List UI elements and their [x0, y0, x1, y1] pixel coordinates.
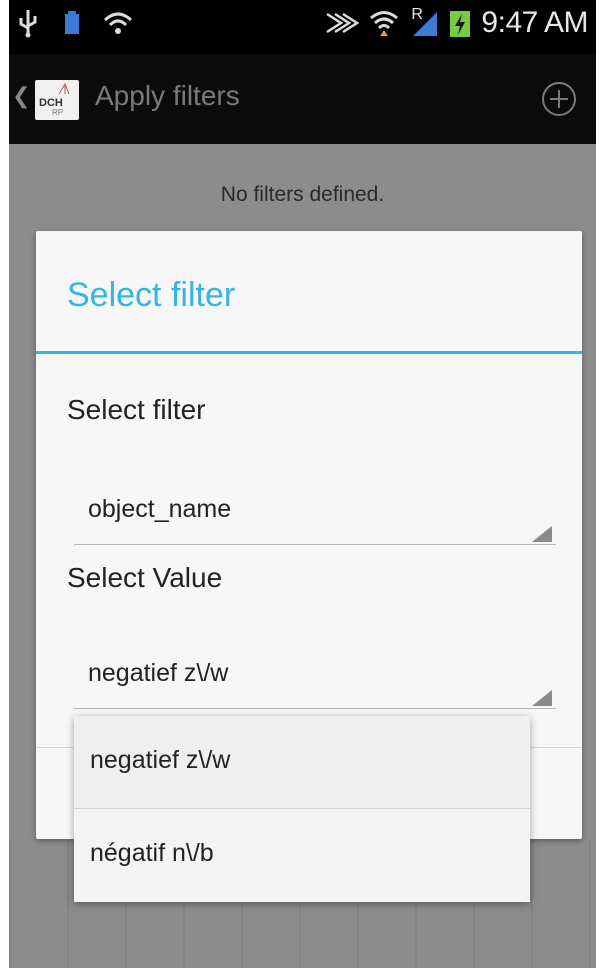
wifi-icon — [370, 11, 399, 36]
value-dropdown-list: negatief z\/w négatif n\/b — [74, 716, 530, 902]
add-circle-icon[interactable] — [540, 80, 578, 118]
dropdown-arrow-icon — [532, 690, 552, 706]
page-title: Apply filters — [95, 80, 240, 111]
spinner-underline — [74, 708, 556, 709]
roaming-label: R — [411, 6, 423, 23]
status-bar: R 9:47 AM — [9, 0, 596, 54]
dropdown-option-label: negatief z\/w — [90, 746, 231, 774]
status-bar-left — [15, 8, 133, 38]
value-label: Select Value — [67, 562, 223, 593]
dropdown-arrow-icon — [532, 526, 552, 542]
chevron-left-icon[interactable]: ❮ — [12, 84, 30, 109]
app-logo[interactable]: DCH RP — [35, 80, 79, 120]
dialog-title-divider — [36, 351, 582, 354]
filter-spinner[interactable]: object_name — [74, 481, 556, 545]
filter-spinner-value: object_name — [88, 495, 232, 523]
clock: 9:47 AM — [481, 6, 588, 39]
screen: R 9:47 AM ❮ DCH RP Apply filters No filt… — [9, 0, 596, 968]
wifi-sync-icon — [103, 12, 133, 34]
filter-label: Select filter — [67, 394, 206, 425]
dropdown-option-label: négatif n\/b — [90, 839, 214, 867]
action-bar: ❮ DCH RP Apply filters — [9, 54, 596, 144]
dropdown-option[interactable]: négatif n\/b — [74, 809, 530, 902]
battery-full-icon — [65, 11, 79, 34]
logo-subtext: RP — [52, 108, 64, 117]
signal-roaming-icon: R — [409, 6, 439, 38]
dialog-title: Select filter — [67, 276, 236, 314]
value-spinner-value: negatief z\/w — [88, 659, 229, 687]
status-bar-right: R 9:47 AM — [325, 6, 588, 40]
usb-icon — [19, 10, 37, 38]
empty-state-message: No filters defined. — [220, 183, 385, 206]
dropdown-option[interactable]: negatief z\/w — [74, 716, 530, 809]
nfc-icon — [326, 12, 360, 34]
value-spinner[interactable]: negatief z\/w — [74, 645, 556, 709]
spinner-underline — [74, 544, 556, 545]
battery-charging-icon — [450, 11, 471, 37]
